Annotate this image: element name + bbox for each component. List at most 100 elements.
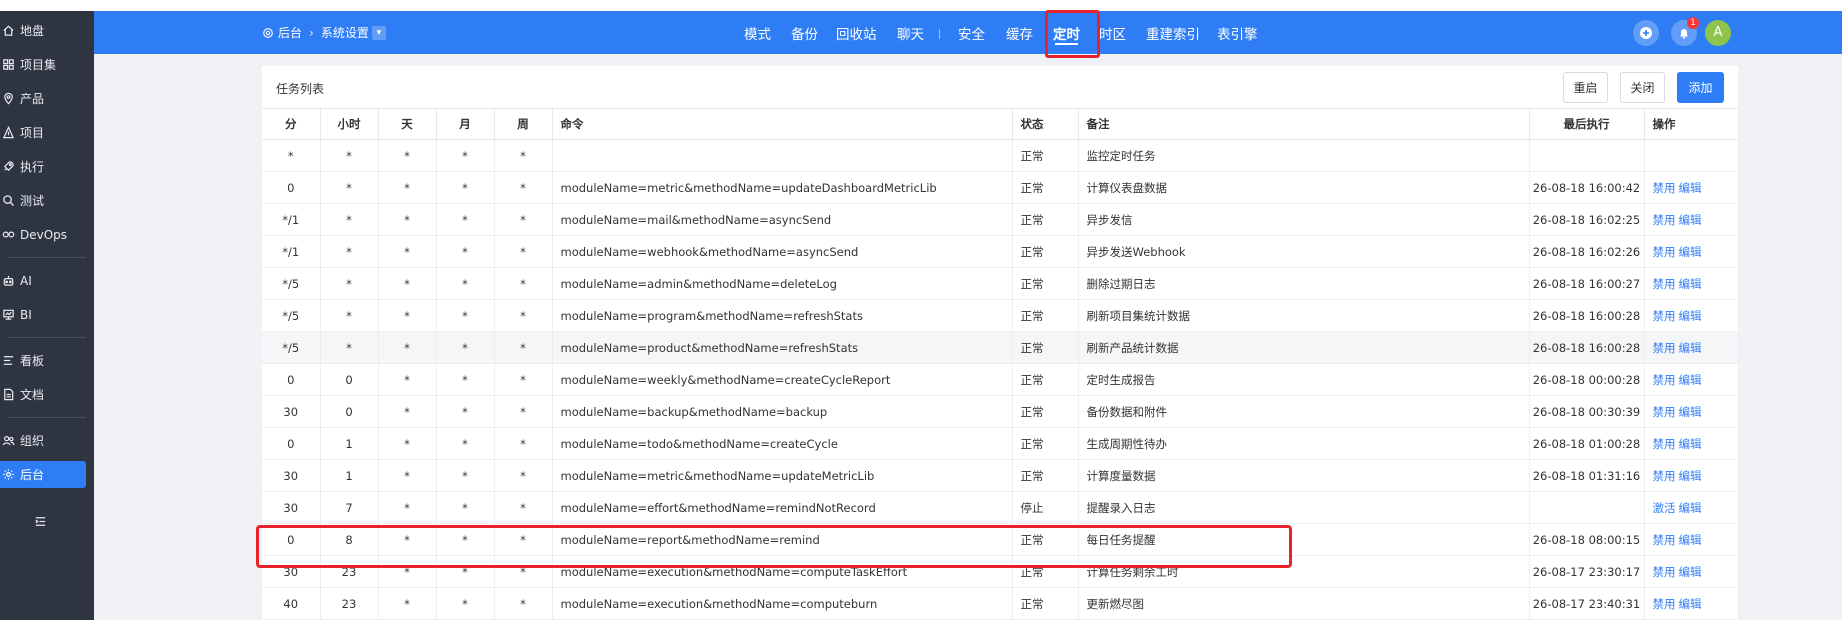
close-button[interactable]: 关闭 [1620, 72, 1665, 103]
cell-hour: * [320, 331, 379, 364]
toggle-action-link[interactable]: 禁用 [1653, 533, 1676, 547]
tab-security[interactable]: 安全 [958, 11, 985, 54]
toggle-action-link[interactable]: 禁用 [1653, 245, 1676, 259]
toggle-action-link[interactable]: 禁用 [1653, 181, 1676, 195]
cell-week: * [494, 587, 553, 620]
edit-action-link[interactable]: 编辑 [1679, 501, 1702, 515]
sidebar-item-execution[interactable]: 执行 [0, 153, 86, 180]
toggle-action-link[interactable]: 禁用 [1653, 469, 1676, 483]
edit-action-link[interactable]: 编辑 [1679, 245, 1702, 259]
edit-action-link[interactable]: 编辑 [1679, 405, 1702, 419]
cell-status: 正常 [1012, 139, 1079, 172]
edit-action-link[interactable]: 编辑 [1679, 565, 1702, 579]
sidebar-item-admin[interactable]: 后台 [0, 461, 86, 488]
edit-action-link[interactable]: 编辑 [1679, 341, 1702, 355]
toggle-action-link[interactable]: 禁用 [1653, 565, 1676, 579]
sidebar-item-kanban[interactable]: 看板 [0, 347, 86, 374]
table-row: 0 0 * * * moduleName=weekly&methodName=create… [262, 363, 1739, 396]
tab-cache[interactable]: 缓存 [1006, 11, 1033, 54]
sidebar-item-org[interactable]: 组织 [0, 427, 86, 454]
edit-action-link[interactable]: 编辑 [1679, 373, 1702, 387]
edit-action-link[interactable]: 编辑 [1679, 277, 1702, 291]
edit-action-link[interactable]: 编辑 [1679, 181, 1702, 195]
cell-week: * [494, 395, 553, 428]
user-avatar-button[interactable]: A [1705, 11, 1731, 54]
sidebar-item-label: 组织 [20, 434, 45, 448]
table-row: */1 * * * * moduleName=mail&methodName=asyncS… [262, 203, 1739, 236]
cell-last: 26-08-18 16:00:28 [1529, 331, 1645, 364]
cell-actions: 禁用 编辑 [1644, 331, 1739, 364]
notifications-button[interactable]: 1 [1671, 11, 1699, 54]
cell-command: moduleName=todo&methodName=createCycle [552, 427, 1013, 460]
toggle-action-link[interactable]: 禁用 [1653, 437, 1676, 451]
tab-chat[interactable]: 聊天 [897, 11, 924, 54]
cell-remark: 刷新项目集统计数据 [1078, 299, 1530, 332]
sidebar-item-bi[interactable]: BI [0, 301, 86, 328]
tab-mode[interactable]: 模式 [744, 11, 771, 54]
tab-recycle-bin[interactable]: 回收站 [836, 11, 877, 54]
sidebar-item-dashboard[interactable]: 地盘 [0, 17, 86, 44]
sidebar-item-devops[interactable]: DevOps [0, 221, 86, 248]
toggle-action-link[interactable]: 禁用 [1653, 277, 1676, 291]
sidebar: 地盘 项目集 产品 项目 执行 测试 DevOps AI BI 看板 文档 组织… [0, 11, 94, 620]
toggle-action-link[interactable]: 禁用 [1653, 597, 1676, 611]
toggle-action-link[interactable]: 禁用 [1653, 341, 1676, 355]
sidebar-item-label: 测试 [20, 194, 45, 208]
cell-command: moduleName=mail&methodName=asyncSend [552, 203, 1013, 236]
toggle-action-link[interactable]: 禁用 [1653, 405, 1676, 419]
table-row: * * * * * 正常 监控定时任务 [262, 139, 1739, 172]
sidebar-item-docs[interactable]: 文档 [0, 381, 86, 408]
notification-badge: 1 [1687, 16, 1699, 29]
cell-status: 正常 [1012, 395, 1079, 428]
cell-command: moduleName=product&methodName=refreshSta… [552, 331, 1013, 364]
cell-week: * [494, 299, 553, 332]
cell-month: * [436, 491, 495, 524]
restart-button[interactable]: 重启 [1563, 72, 1608, 103]
cell-command: moduleName=backup&methodName=backup [552, 395, 1013, 428]
toggle-action-link[interactable]: 禁用 [1653, 213, 1676, 227]
tab-table-engine[interactable]: 表引擎 [1217, 11, 1258, 54]
edit-action-link[interactable]: 编辑 [1679, 597, 1702, 611]
add-button[interactable]: 添加 [1677, 72, 1724, 103]
cell-command: moduleName=webhook&methodName=asyncSend [552, 235, 1013, 268]
sidebar-collapse-button[interactable] [30, 511, 50, 531]
cell-hour: 0 [320, 395, 379, 428]
cell-min: */5 [262, 331, 321, 364]
infinity-icon [2, 231, 15, 238]
toggle-action-link[interactable]: 激活 [1653, 501, 1676, 515]
sidebar-item-programs[interactable]: 项目集 [0, 51, 86, 78]
toggle-action-link[interactable]: 禁用 [1653, 309, 1676, 323]
cell-actions: 禁用 编辑 [1644, 267, 1739, 300]
toggle-action-link[interactable]: 禁用 [1653, 373, 1676, 387]
cell-actions: 禁用 编辑 [1644, 363, 1739, 396]
cell-day: * [378, 587, 437, 620]
cell-min: */5 [262, 267, 321, 300]
edit-action-link[interactable]: 编辑 [1679, 309, 1702, 323]
cell-month: * [436, 363, 495, 396]
table-row: 30 0 * * * moduleName=backup&methodName=backu… [262, 395, 1739, 428]
column-header: 天 [378, 108, 437, 140]
sidebar-item-label: AI [20, 273, 32, 288]
edit-action-link[interactable]: 编辑 [1679, 213, 1702, 227]
edit-action-link[interactable]: 编辑 [1679, 469, 1702, 483]
edit-action-link[interactable]: 编辑 [1679, 437, 1702, 451]
sidebar-item-test[interactable]: 测试 [0, 187, 86, 214]
sidebar-item-project[interactable]: 项目 [0, 119, 86, 146]
sidebar-item-product[interactable]: 产品 [0, 85, 86, 112]
tab-timezone[interactable]: 时区 [1099, 11, 1126, 54]
cell-actions: 禁用 编辑 [1644, 235, 1739, 268]
tab-backup[interactable]: 备份 [791, 11, 818, 54]
table-row: 0 1 * * * moduleName=todo&methodName=createCy… [262, 427, 1739, 460]
cell-day: * [378, 459, 437, 492]
cell-command [552, 139, 1013, 172]
cell-remark: 刷新产品统计数据 [1078, 331, 1530, 364]
edit-action-link[interactable]: 编辑 [1679, 533, 1702, 547]
collapse-menu-icon [34, 516, 45, 526]
tab-rebuild-index[interactable]: 重建索引 [1146, 11, 1200, 54]
cell-min: 30 [262, 459, 321, 492]
cell-week: * [494, 139, 553, 172]
quick-add-button[interactable] [1633, 11, 1659, 54]
sidebar-item-ai[interactable]: AI [0, 267, 86, 294]
cell-day: * [378, 331, 437, 364]
cell-actions: 禁用 编辑 [1644, 171, 1739, 204]
